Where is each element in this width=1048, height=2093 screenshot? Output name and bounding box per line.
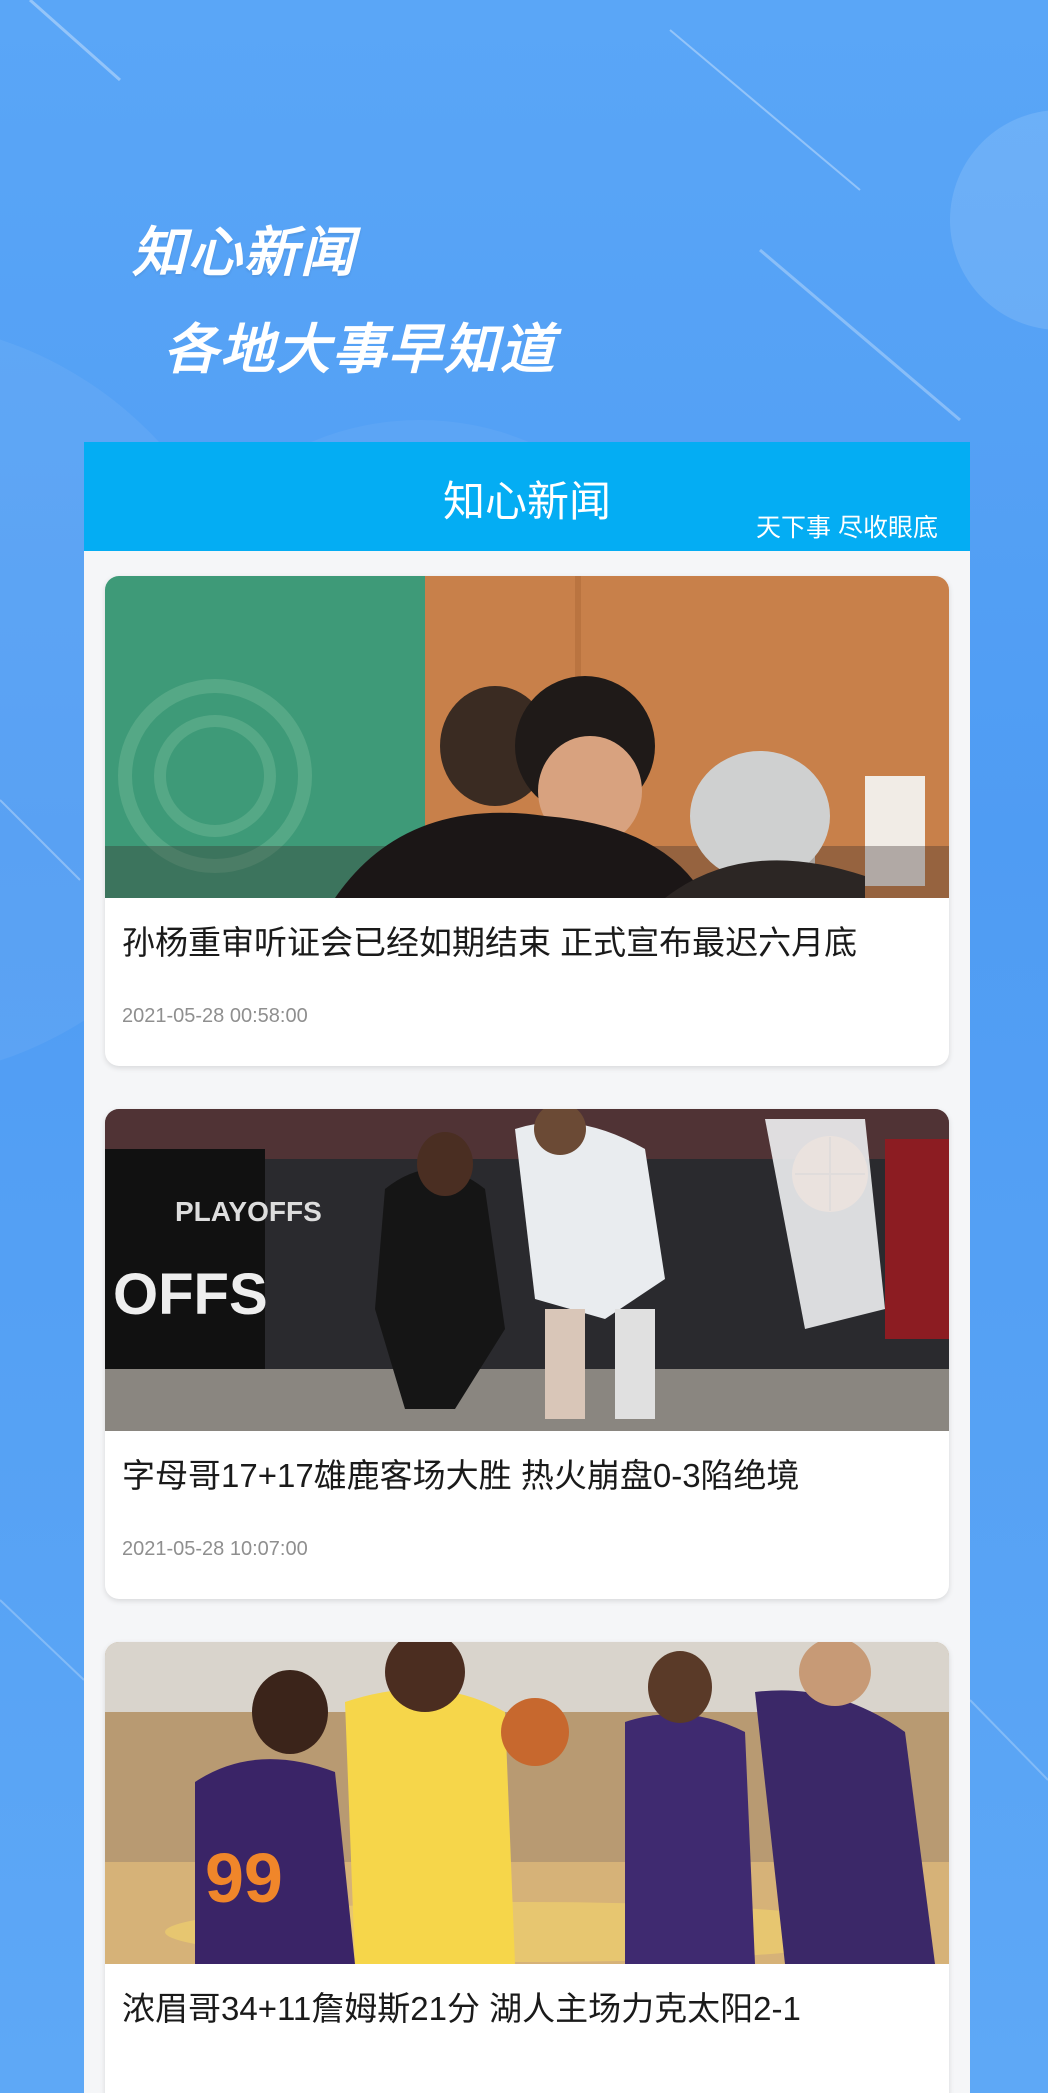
- promo-title: 知心新闻: [132, 220, 356, 284]
- news-card[interactable]: 99 浓眉哥34+11詹姆斯21分 湖人主场力克太阳2-1: [105, 1642, 949, 2093]
- app-slogan: 天下事 尽收眼底: [756, 514, 938, 542]
- app-screen: 知心新闻 天下事 尽收眼底 孙杨重审听证会已经如期结束 正式宣布最迟六月底 20…: [84, 442, 970, 2093]
- news-timestamp: 2021-05-28 00:58:00: [122, 1005, 308, 1027]
- news-timestamp: 2021-05-28 10:07:00: [122, 1538, 308, 1560]
- promo-subtitle: 各地大事早知道: [164, 317, 556, 381]
- news-card[interactable]: 孙杨重审听证会已经如期结束 正式宣布最迟六月底 2021-05-28 00:58…: [105, 576, 949, 1066]
- news-thumbnail-image: OFFS PLAYOFFS: [105, 1109, 949, 1431]
- news-feed: 孙杨重审听证会已经如期结束 正式宣布最迟六月底 2021-05-28 00:58…: [105, 576, 949, 2093]
- svg-text:OFFS: OFFS: [113, 1262, 268, 1327]
- app-header: 知心新闻 天下事 尽收眼底: [84, 442, 970, 551]
- news-title: 孙杨重审听证会已经如期结束 正式宣布最迟六月底: [122, 924, 858, 961]
- news-title: 字母哥17+17雄鹿客场大胜 热火崩盘0-3陷绝境: [122, 1457, 800, 1494]
- news-thumbnail-image: [105, 576, 949, 898]
- news-title: 浓眉哥34+11詹姆斯21分 湖人主场力克太阳2-1: [122, 1990, 801, 2027]
- svg-text:99: 99: [205, 1839, 283, 1917]
- news-thumbnail-image: 99: [105, 1642, 949, 1964]
- news-card[interactable]: OFFS PLAYOFFS 字母哥17+17雄鹿客场大胜 热火崩盘0-3陷绝境 …: [105, 1109, 949, 1599]
- svg-text:PLAYOFFS: PLAYOFFS: [175, 1196, 322, 1227]
